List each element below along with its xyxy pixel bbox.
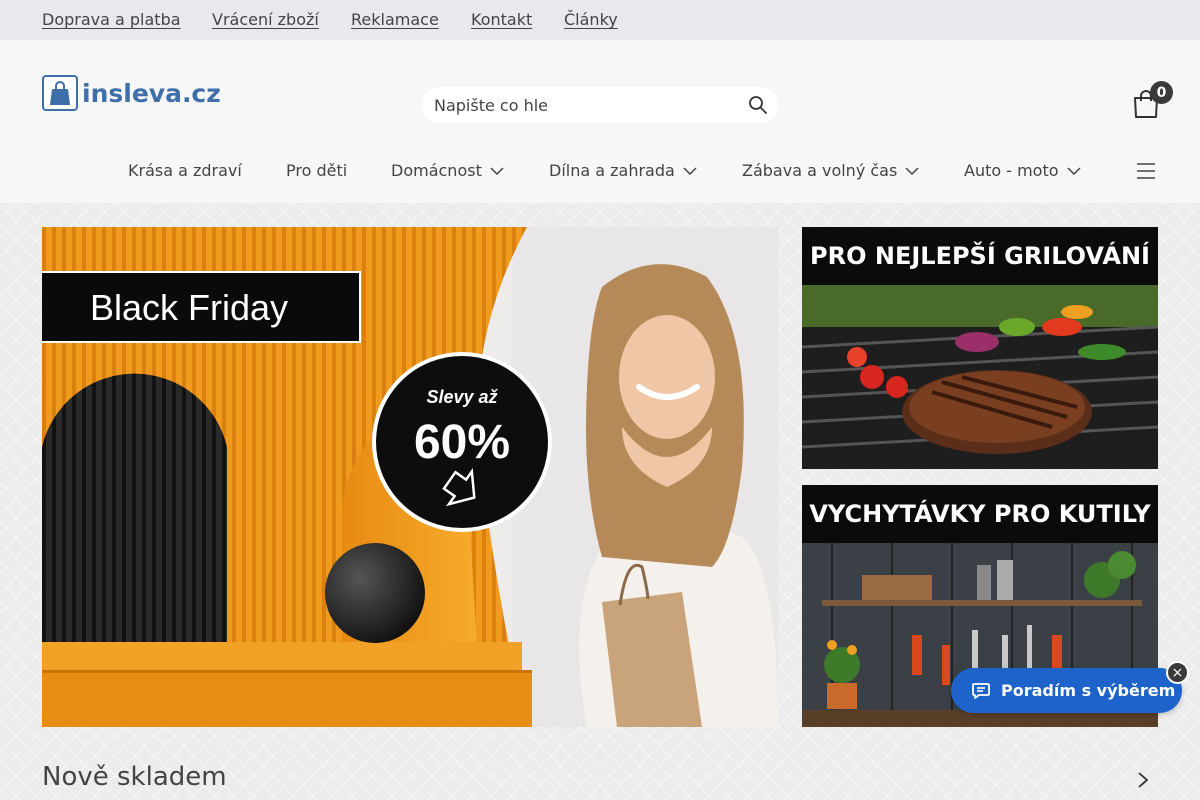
- chat-bubble-icon: [972, 682, 990, 699]
- nav-item-label: Domácnost: [391, 161, 482, 180]
- nav-item-label: Krása a zdraví: [128, 161, 242, 180]
- nav-item-label: Auto - moto: [964, 161, 1059, 180]
- banner-grilovani-title: PRO NEJLEPŠÍ GRILOVÁNÍ: [802, 227, 1158, 285]
- search-icon[interactable]: [748, 95, 768, 115]
- chevron-down-icon: [905, 166, 919, 175]
- chat-advisor-button[interactable]: Poradím s výběrem: [951, 668, 1182, 713]
- banner-grilovani[interactable]: PRO NEJLEPŠÍ GRILOVÁNÍ: [802, 227, 1158, 469]
- chevron-down-icon: [490, 166, 504, 175]
- hero-badge-top: Slevy až: [426, 387, 498, 407]
- category-nav: Krása a zdraví Pro děti Domácnost Dílna …: [0, 158, 1200, 188]
- chevron-right-icon[interactable]: [1135, 770, 1151, 790]
- section-title-nove-skladem: Nově skladem: [42, 762, 227, 792]
- nav-item-pro-deti[interactable]: Pro děti: [286, 161, 347, 180]
- nav-item-auto-moto[interactable]: Auto - moto: [964, 161, 1081, 180]
- link-kontakt[interactable]: Kontakt: [471, 10, 532, 29]
- nav-item-label: Pro děti: [286, 161, 348, 180]
- link-doprava[interactable]: Doprava a platba: [42, 10, 181, 29]
- chat-label: Poradím s výběrem: [1001, 681, 1176, 700]
- link-vraceni[interactable]: Vrácení zboží: [212, 10, 319, 29]
- main-navigation: [0, 40, 1200, 70]
- search-box: [422, 87, 778, 123]
- nav-item-label: Zábava a volný čas: [742, 161, 898, 180]
- cart-count-badge: 0: [1150, 81, 1173, 104]
- chevron-down-icon: [683, 166, 697, 175]
- nav-item-domacnost[interactable]: Domácnost: [391, 161, 504, 180]
- hero-badge-value: 60%: [413, 416, 511, 469]
- nav-item-zabava[interactable]: Zábava a volný čas: [742, 161, 919, 180]
- link-reklamace[interactable]: Reklamace: [351, 10, 439, 29]
- search-input[interactable]: [422, 87, 722, 123]
- chat-close-button[interactable]: ×: [1166, 661, 1189, 684]
- banner-kutily-title: VYCHYTÁVKY PRO KUTILY: [802, 485, 1158, 543]
- nav-item-krasa[interactable]: Krása a zdraví: [128, 161, 242, 180]
- top-utility-bar: Doprava a platba Vrácení zboží Reklamace…: [0, 0, 1200, 40]
- chevron-down-icon: [1067, 166, 1081, 175]
- link-clanky[interactable]: Články: [564, 10, 618, 29]
- nav-item-dilna[interactable]: Dílna a zahrada: [549, 161, 697, 180]
- shopping-bag-logo-icon: [42, 75, 78, 111]
- hero-banner-black-friday[interactable]: Black Friday Slevy až 60%: [42, 227, 778, 727]
- nav-item-label: Dílna a zahrada: [549, 161, 675, 180]
- hamburger-menu-icon[interactable]: [1135, 162, 1157, 180]
- brand-name: insleva.cz: [82, 78, 221, 108]
- hero-headline: Black Friday: [90, 287, 289, 328]
- logo[interactable]: insleva.cz: [42, 74, 221, 112]
